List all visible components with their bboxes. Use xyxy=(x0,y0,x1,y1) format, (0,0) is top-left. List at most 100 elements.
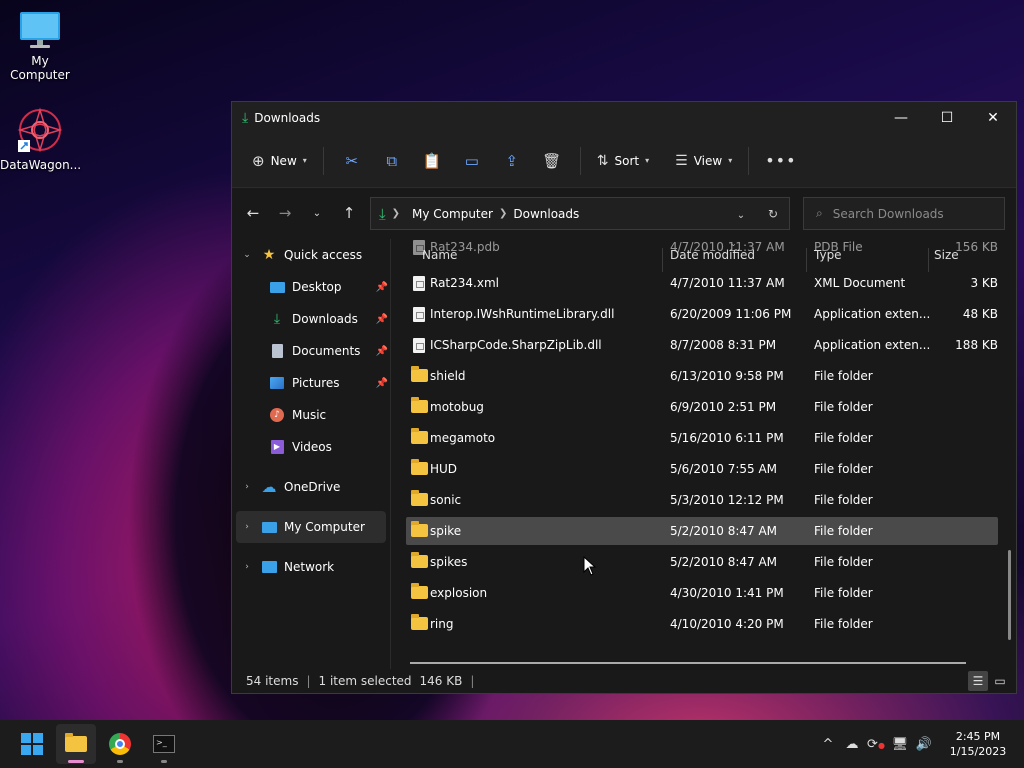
sync-error-icon[interactable]: ⟳● xyxy=(864,737,888,752)
copy-button[interactable]: ⧉ xyxy=(372,145,412,177)
breadcrumb-my-computer[interactable]: My Computer xyxy=(412,207,493,221)
file-icon xyxy=(411,307,427,322)
chevron-right-icon[interactable]: › xyxy=(240,482,254,492)
file-date: 6/13/2010 9:58 PM xyxy=(670,369,784,383)
address-bar[interactable]: ⤓ ❯ My Computer ❯ Downloads ⌄ ↻ xyxy=(370,197,790,230)
show-hidden-icons-button[interactable]: ^ xyxy=(816,737,840,752)
table-row[interactable]: ring 4/10/2010 4:20 PM File folder xyxy=(406,610,998,638)
title-bar[interactable]: ⤓ Downloads — ☐ ✕ xyxy=(232,102,1016,134)
table-row[interactable]: shield 6/13/2010 9:58 PM File folder xyxy=(406,362,998,390)
delete-button[interactable]: 🗑 xyxy=(532,145,572,177)
clock-time: 2:45 PM xyxy=(955,730,1001,743)
network-status-icon[interactable]: 🖥 xyxy=(888,737,912,752)
toolbar-divider xyxy=(748,146,750,175)
sidebar-item-network[interactable]: › Network xyxy=(232,551,390,583)
breadcrumb-downloads[interactable]: Downloads xyxy=(513,207,579,221)
star-icon: ★ xyxy=(262,247,276,263)
file-name: spike xyxy=(430,524,462,538)
table-row[interactable]: explosion 4/30/2010 1:41 PM File folder xyxy=(406,579,998,607)
sidebar-item-downloads[interactable]: ⤓ Downloads 📌 xyxy=(232,303,390,335)
rename-button[interactable]: ▭ xyxy=(452,145,492,177)
table-row[interactable]: HUD 5/6/2010 7:55 AM File folder xyxy=(406,455,998,483)
terminal-icon: >_ xyxy=(153,735,175,753)
folder-icon xyxy=(411,614,428,631)
sidebar-item-pictures[interactable]: Pictures 📌 xyxy=(232,367,390,399)
desktop-icon-datawagon[interactable]: DataWagon... xyxy=(0,106,81,172)
file-list: Name Date modified ⌄ Type Size Rat234.pd… xyxy=(400,239,1012,669)
file-date: 5/2/2010 8:47 AM xyxy=(670,555,778,569)
chevron-right-icon[interactable]: › xyxy=(240,562,254,572)
close-button[interactable]: ✕ xyxy=(970,102,1016,134)
table-row[interactable]: Interop.IWshRuntimeLibrary.dll 6/20/2009 … xyxy=(406,300,998,328)
table-row[interactable]: Rat234.xml 4/7/2010 11:37 AM XML Document 3… xyxy=(406,269,998,297)
table-row[interactable]: ICSharpCode.SharpZipLib.dll 8/7/2008 8:31… xyxy=(406,331,998,359)
new-button[interactable]: ⊕ New ▾ xyxy=(244,145,315,177)
taskbar-chrome[interactable] xyxy=(100,724,140,764)
taskbar-file-explorer[interactable] xyxy=(56,724,96,764)
table-row[interactable]: Rat234.pdb 4/7/2010 11:37 AM PDB File 156 K… xyxy=(406,239,998,261)
folder-icon xyxy=(411,583,428,600)
paste-button[interactable]: 📋 xyxy=(412,145,452,177)
sidebar-label: Network xyxy=(284,560,335,574)
table-row[interactable]: megamoto 5/16/2010 6:11 PM File folder xyxy=(406,424,998,452)
file-type: PDB File xyxy=(814,240,863,254)
toolbar-divider xyxy=(322,146,324,175)
recent-locations-button[interactable]: ⌄ xyxy=(301,197,333,229)
up-button[interactable]: ↑ xyxy=(333,197,365,229)
back-button[interactable]: ← xyxy=(237,197,269,229)
active-indicator xyxy=(68,760,84,763)
more-options-button[interactable]: ••• xyxy=(757,145,804,177)
table-row[interactable]: spike 5/2/2010 8:47 AM File folder xyxy=(406,517,998,545)
clock[interactable]: 2:45 PM 1/15/2023 xyxy=(940,729,1016,759)
address-dropdown-button[interactable]: ⌄ xyxy=(725,207,757,221)
sidebar-item-videos[interactable]: ▶ Videos xyxy=(232,431,390,463)
sidebar-label: Desktop xyxy=(292,280,342,294)
desktop-icon-my-computer[interactable]: My Computer xyxy=(0,10,80,82)
file-type: File folder xyxy=(814,431,873,445)
cloud-offline-icon[interactable]: ☁ xyxy=(840,737,864,752)
pictures-icon xyxy=(268,375,286,391)
table-row[interactable]: sonic 5/3/2010 12:12 PM File folder xyxy=(406,486,998,514)
sidebar-item-music[interactable]: ♪ Music xyxy=(232,399,390,431)
scissors-icon: ✂ xyxy=(345,151,359,170)
tiles-view-button[interactable]: ▭ xyxy=(990,671,1010,691)
file-name: HUD xyxy=(430,462,458,476)
clipboard-icon: 📋 xyxy=(422,151,442,170)
chevron-right-icon[interactable]: › xyxy=(240,522,254,532)
forward-button[interactable]: → xyxy=(269,197,301,229)
chevron-down-icon: ▾ xyxy=(728,156,733,165)
vertical-scrollbar[interactable] xyxy=(1008,550,1011,640)
maximize-button[interactable]: ☐ xyxy=(924,102,970,134)
minimize-button[interactable]: — xyxy=(878,102,924,134)
sidebar-item-desktop[interactable]: Desktop 📌 xyxy=(232,271,390,303)
arrow-right-icon: → xyxy=(278,204,292,222)
table-row[interactable]: spikes 5/2/2010 8:47 AM File folder xyxy=(406,548,998,576)
sidebar-item-quick-access[interactable]: ⌄ ★ Quick access xyxy=(232,239,390,271)
chevron-down-icon: ▾ xyxy=(645,156,650,165)
horizontal-scrollbar[interactable] xyxy=(410,662,966,664)
view-button[interactable]: ☰ View ▾ xyxy=(667,145,740,177)
chrome-icon xyxy=(109,733,131,755)
refresh-button[interactable]: ↻ xyxy=(757,207,789,221)
window-title: Downloads xyxy=(254,111,321,125)
folder-icon xyxy=(411,366,428,383)
sidebar-item-onedrive[interactable]: › ☁ OneDrive xyxy=(232,471,390,503)
start-button[interactable] xyxy=(12,724,52,764)
volume-icon[interactable]: 🔊 xyxy=(912,737,936,752)
details-view-button[interactable]: ☰ xyxy=(968,671,988,691)
pin-icon: 📌 xyxy=(375,345,388,357)
chevron-down-icon[interactable]: ⌄ xyxy=(240,250,254,260)
taskbar-terminal[interactable]: >_ xyxy=(144,724,184,764)
cut-button[interactable]: ✂ xyxy=(332,145,372,177)
sidebar-label: Documents xyxy=(292,344,361,358)
tiles-view-icon: ▭ xyxy=(994,674,1006,688)
sidebar-item-my-computer[interactable]: › My Computer xyxy=(236,511,386,543)
share-button[interactable]: ⇪ xyxy=(492,145,532,177)
file-date: 5/16/2010 6:11 PM xyxy=(670,431,784,445)
table-row[interactable]: motobug 6/9/2010 2:51 PM File folder xyxy=(406,393,998,421)
search-placeholder: Search Downloads xyxy=(832,206,944,221)
pane-divider[interactable] xyxy=(390,239,391,669)
sidebar-item-documents[interactable]: Documents 📌 xyxy=(232,335,390,367)
sort-button[interactable]: ⇅ Sort ▾ xyxy=(589,145,657,177)
search-box[interactable]: ⌕ Search Downloads xyxy=(803,197,1005,230)
